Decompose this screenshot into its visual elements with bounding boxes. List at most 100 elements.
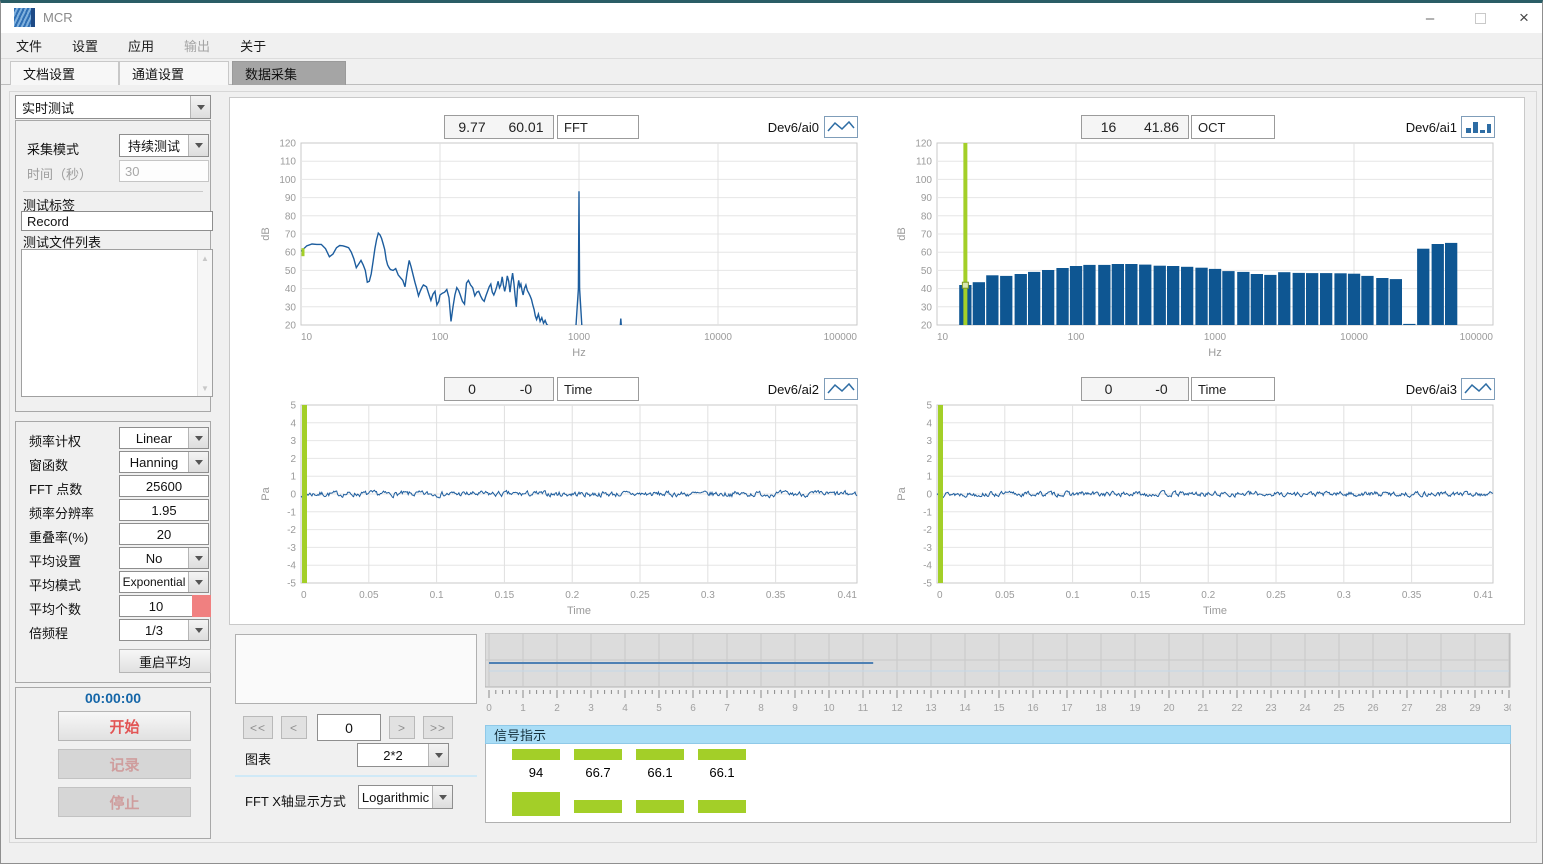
window-function-value: Hanning (120, 452, 188, 472)
menu-bar: 文件 设置 应用 输出 关于 (1, 33, 1542, 59)
elapsed-timer: 00:00:00 (15, 690, 211, 706)
svg-text:1: 1 (290, 472, 296, 483)
svg-text:22: 22 (1231, 703, 1243, 714)
acq-mode-select[interactable]: 持续测试 (119, 134, 209, 157)
svg-text:0.05: 0.05 (359, 590, 379, 601)
time-plot-ai2[interactable]: -5-4-3-2-101234500.050.10.150.20.250.30.… (257, 397, 863, 625)
chart-layout-value: 2*2 (358, 744, 428, 766)
fft-xaxis-mode-label: FFT X轴显示方式 (245, 791, 346, 810)
svg-text:100: 100 (915, 175, 932, 186)
svg-text:-1: -1 (923, 507, 932, 518)
svg-text:60: 60 (921, 248, 933, 259)
svg-text:23: 23 (1265, 703, 1277, 714)
test-mode-value: 实时测试 (16, 96, 190, 118)
svg-text:0.35: 0.35 (766, 590, 786, 601)
test-mode-select[interactable]: 实时测试 (15, 95, 211, 119)
chevron-down-icon (188, 548, 208, 568)
svg-text:0: 0 (486, 703, 492, 714)
signal-value: 66.1 (698, 765, 746, 780)
window-function-label: 窗函数 (29, 455, 68, 474)
svg-text:0.25: 0.25 (630, 590, 650, 601)
divider (23, 191, 203, 192)
overlap-rate-input[interactable] (119, 523, 209, 545)
avg-count-input[interactable] (119, 595, 193, 617)
listbox-scrollbar[interactable]: ▲ ▼ (197, 250, 212, 396)
svg-text:110: 110 (280, 157, 296, 168)
window-title: MCR (43, 10, 73, 25)
page-first-button[interactable]: << (243, 716, 273, 739)
freq-resolution-input[interactable] (119, 499, 209, 521)
page-number-box[interactable]: 0 (317, 714, 381, 741)
test-file-listbox[interactable]: ▲ ▼ (21, 249, 213, 397)
svg-text:-5: -5 (287, 579, 296, 590)
chart-layout-select[interactable]: 2*2 (357, 743, 449, 767)
fft-points-input[interactable] (119, 475, 209, 497)
page-prev-button[interactable]: < (281, 716, 307, 739)
svg-text:Pa: Pa (896, 486, 908, 500)
menu-application[interactable]: 应用 (113, 36, 169, 55)
svg-text:90: 90 (285, 193, 297, 204)
test-label-input[interactable] (21, 211, 213, 231)
fft-plot[interactable]: 2030405060708090100110120101001000100001… (257, 135, 863, 363)
tab-channel-settings[interactable]: 通道设置 (119, 61, 229, 85)
scroll-down-icon[interactable]: ▼ (198, 380, 212, 396)
svg-text:20: 20 (285, 321, 297, 332)
tab-strip: 文档设置 通道设置 数据采集 (1, 59, 1542, 85)
svg-text:4: 4 (290, 418, 296, 429)
start-button[interactable]: 开始 (58, 711, 191, 741)
avg-mode-value: Exponential (120, 572, 188, 592)
app-logo-icon (14, 8, 35, 27)
stop-button: 停止 (58, 787, 191, 817)
svg-text:0.1: 0.1 (1066, 590, 1080, 601)
signal-value: 66.7 (574, 765, 622, 780)
menu-settings[interactable]: 设置 (57, 36, 113, 55)
fft-xaxis-mode-value: Logarithmic (359, 786, 432, 808)
svg-text:50: 50 (921, 266, 933, 277)
record-timeline[interactable]: 0123456789101112131415161718192021222324… (485, 633, 1511, 717)
octave-fraction-select[interactable]: 1/3 (119, 619, 209, 641)
svg-text:80: 80 (285, 211, 297, 222)
restart-average-button[interactable]: 重启平均 (119, 649, 211, 673)
svg-text:4: 4 (622, 703, 628, 714)
oct-channel-label: Dev6/ai1 (1397, 120, 1457, 135)
signal-indicator-body: 94 66.7 66.1 66.1 (485, 744, 1511, 823)
page-next-button[interactable]: > (389, 716, 415, 739)
tab-document-settings[interactable]: 文档设置 (10, 61, 119, 85)
time-plot-ai3[interactable]: -5-4-3-2-101234500.050.10.150.20.250.30.… (893, 397, 1499, 625)
fft-points-label: FFT 点数 (29, 479, 82, 498)
avg-setting-label: 平均设置 (29, 551, 81, 570)
svg-text:7: 7 (724, 703, 730, 714)
svg-text:10000: 10000 (704, 332, 732, 343)
menu-output: 输出 (169, 36, 225, 55)
fft-xaxis-mode-select[interactable]: Logarithmic (358, 785, 453, 809)
signal-level-bar (574, 800, 622, 813)
minimize-button[interactable]: – (1407, 3, 1453, 33)
avg-mode-select[interactable]: Exponential (119, 571, 209, 593)
maximize-button[interactable] (1457, 3, 1503, 33)
svg-text:25: 25 (1333, 703, 1345, 714)
chevron-down-icon (428, 744, 448, 766)
svg-text:-2: -2 (923, 525, 932, 536)
freq-weighting-select[interactable]: Linear (119, 427, 209, 449)
fft-channel-label: Dev6/ai0 (759, 120, 819, 135)
scroll-up-icon[interactable]: ▲ (198, 250, 212, 266)
svg-text:8: 8 (758, 703, 764, 714)
svg-text:1000: 1000 (1204, 332, 1227, 343)
svg-text:24: 24 (1299, 703, 1311, 714)
svg-text:10: 10 (823, 703, 835, 714)
svg-text:15: 15 (993, 703, 1005, 714)
svg-text:0.3: 0.3 (701, 590, 715, 601)
close-button[interactable]: × (1505, 3, 1543, 33)
oct-plot[interactable]: 2030405060708090100110120101001000100001… (893, 135, 1499, 363)
svg-text:20: 20 (921, 321, 933, 332)
tab-data-acquisition[interactable]: 数据采集 (232, 61, 346, 85)
avg-setting-select[interactable]: No (119, 547, 209, 569)
menu-about[interactable]: 关于 (225, 36, 281, 55)
window-function-select[interactable]: Hanning (119, 451, 209, 473)
menu-file[interactable]: 文件 (1, 36, 57, 55)
page-last-button[interactable]: >> (423, 716, 453, 739)
chevron-down-icon (188, 135, 208, 156)
svg-text:120: 120 (279, 139, 296, 150)
preview-box (235, 634, 477, 704)
duration-input (119, 160, 209, 182)
